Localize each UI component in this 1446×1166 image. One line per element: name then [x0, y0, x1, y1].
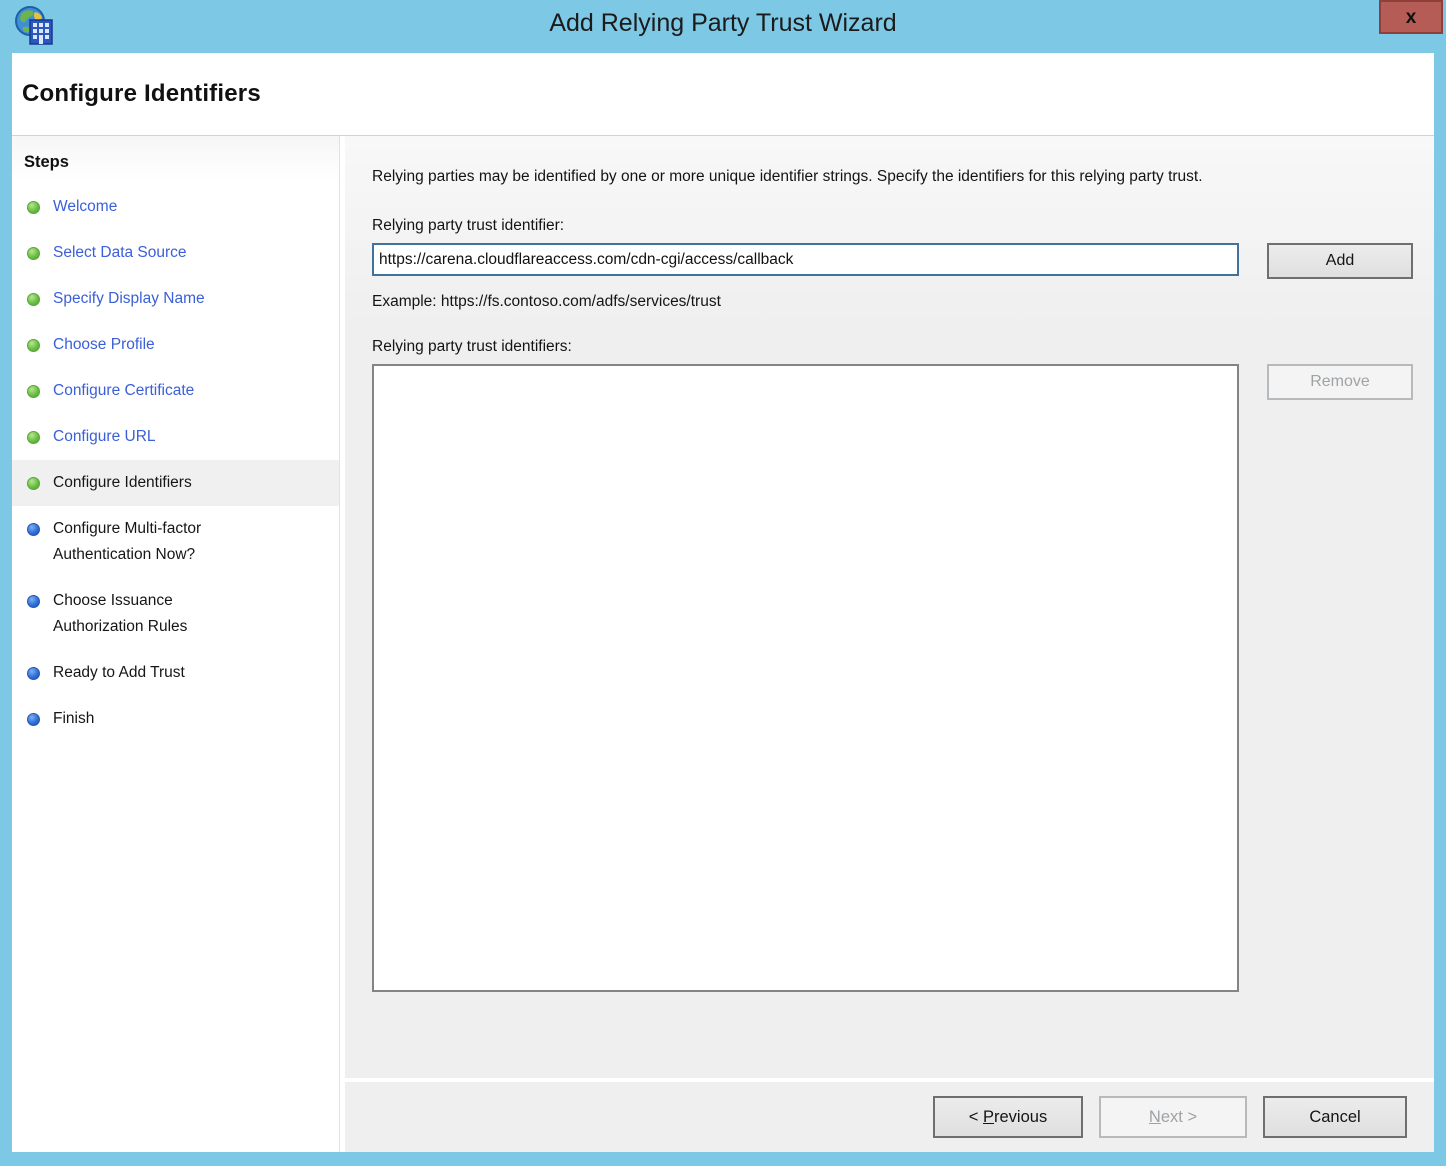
sidebar-step-configure-identifiers: Configure Identifiers [12, 460, 339, 506]
sidebar-step-welcome: Welcome [12, 184, 339, 230]
page-header: Configure Identifiers [12, 53, 1434, 136]
sidebar-step-configure-url: Configure URL [12, 414, 339, 460]
sidebar-step-select-data-source: Select Data Source [12, 230, 339, 276]
step-done-icon [27, 431, 40, 444]
step-todo-icon [27, 667, 40, 680]
window-title: Add Relying Party Trust Wizard [549, 9, 897, 37]
step-done-icon [27, 339, 40, 352]
wizard-dialog: Configure Identifiers Steps Welcome Sele… [12, 53, 1434, 1152]
titlebar: Add Relying Party Trust Wizard x [0, 0, 1446, 53]
next-button[interactable]: Next > [1099, 1096, 1247, 1138]
steps-list: Welcome Select Data Source Specify Displ… [12, 184, 339, 742]
step-done-icon [27, 201, 40, 214]
page-title: Configure Identifiers [22, 80, 261, 107]
identifier-example-text: Example: https://fs.contoso.com/adfs/ser… [372, 293, 721, 310]
steps-sidebar: Steps Welcome Select Data Source Specify… [12, 136, 340, 1152]
identifiers-list-label: Relying party trust identifiers: [372, 338, 572, 355]
sidebar-step-configure-certificate: Configure Certificate [12, 368, 339, 414]
sidebar-step-specify-display-name: Specify Display Name [12, 276, 339, 322]
close-button[interactable]: x [1379, 0, 1443, 34]
wizard-footer: < Previous Next > Cancel [345, 1082, 1434, 1152]
step-done-icon [27, 385, 40, 398]
relying-party-identifier-input[interactable] [372, 243, 1239, 276]
step-todo-icon [27, 523, 40, 536]
cancel-button[interactable]: Cancel [1263, 1096, 1407, 1138]
sidebar-step-finish: Finish [12, 696, 339, 742]
step-todo-icon [27, 713, 40, 726]
add-button[interactable]: Add [1267, 243, 1413, 279]
step-current-icon [27, 477, 40, 490]
identifier-field-label: Relying party trust identifier: [372, 217, 565, 234]
panel-description: Relying parties may be identified by one… [372, 168, 1203, 185]
close-icon: x [1405, 6, 1417, 28]
step-done-icon [27, 293, 40, 306]
configure-identifiers-panel: Relying parties may be identified by one… [345, 136, 1434, 1078]
sidebar-step-choose-issuance-rules: Choose Issuance Authorization Rules [12, 578, 339, 650]
step-done-icon [27, 247, 40, 260]
steps-heading: Steps [24, 153, 69, 171]
previous-button[interactable]: < Previous [933, 1096, 1083, 1138]
sidebar-step-ready-to-add-trust: Ready to Add Trust [12, 650, 339, 696]
relying-party-identifiers-listbox[interactable] [372, 364, 1239, 992]
step-todo-icon [27, 595, 40, 608]
remove-button[interactable]: Remove [1267, 364, 1413, 400]
sidebar-step-choose-profile: Choose Profile [12, 322, 339, 368]
sidebar-step-configure-mfa: Configure Multi-factor Authentication No… [12, 506, 339, 578]
